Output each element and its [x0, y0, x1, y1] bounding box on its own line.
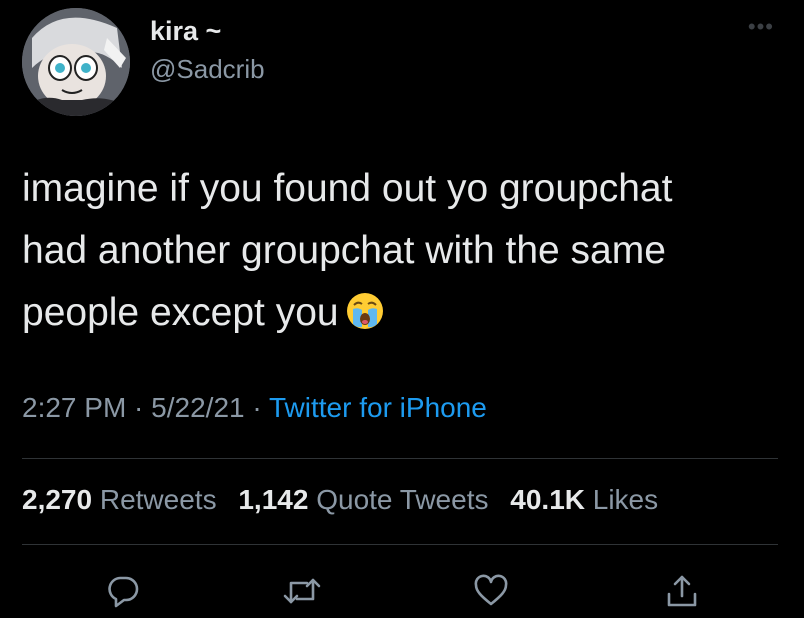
share-button[interactable] [659, 568, 705, 614]
display-name[interactable]: kira ~ [150, 16, 221, 47]
likes-stat[interactable]: 40.1K Likes [510, 484, 658, 515]
divider [22, 458, 778, 459]
more-icon[interactable]: ••• [748, 14, 774, 40]
tweet-line: people except you [22, 282, 782, 344]
retweets-stat[interactable]: 2,270 Retweets [22, 484, 217, 515]
reply-button[interactable] [100, 568, 146, 614]
avatar[interactable] [22, 8, 130, 116]
tweet-date: 5/22/21 [151, 392, 245, 423]
user-handle[interactable]: @Sadcrib [150, 54, 265, 85]
tweet-stats: 2,270 Retweets 1,142 Quote Tweets 40.1K … [22, 484, 672, 516]
tweet-meta: 2:27 PM · 5/22/21 · Twitter for iPhone [22, 392, 487, 424]
reply-icon [108, 576, 139, 608]
meta-separator: · [126, 392, 152, 423]
like-button[interactable] [468, 568, 514, 614]
likes-label: Likes [592, 484, 659, 515]
retweets-count: 2,270 [22, 484, 93, 515]
retweet-button[interactable] [279, 568, 325, 614]
heart-icon [474, 574, 508, 606]
tweet-source-link[interactable]: Twitter for iPhone [269, 392, 487, 423]
share-icon [667, 575, 697, 607]
action-bar [0, 568, 804, 614]
crying-face-emoji-icon [346, 293, 383, 329]
retweets-label: Retweets [99, 484, 217, 515]
retweet-icon [283, 578, 321, 604]
meta-separator: · [244, 392, 269, 423]
tweet-line: imagine if you found out yo groupchat [22, 167, 673, 210]
quote-tweets-label: Quote Tweets [316, 484, 489, 515]
tweet-line: had another groupchat with the same [22, 229, 666, 272]
quote-tweets-stat[interactable]: 1,142 Quote Tweets [238, 484, 488, 515]
quote-tweets-count: 1,142 [238, 484, 309, 515]
avatar-image [22, 8, 130, 116]
tweet-time: 2:27 PM [22, 392, 127, 423]
tweet-card: kira ~ @Sadcrib ••• imagine if you found… [0, 0, 804, 618]
tweet-text: imagine if you found out yo groupchat ha… [22, 158, 782, 344]
tweet-line-text: people except you [22, 291, 339, 334]
divider [22, 544, 778, 545]
likes-count: 40.1K [510, 484, 585, 515]
